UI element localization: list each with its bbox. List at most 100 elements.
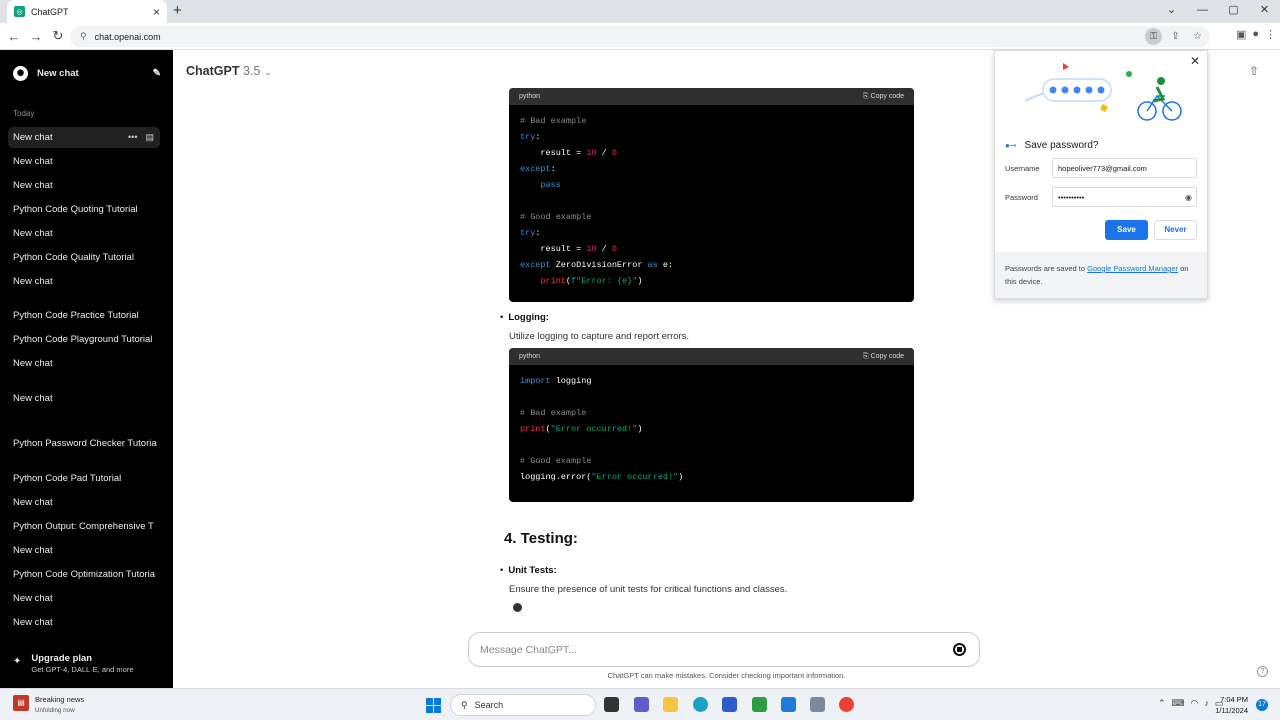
browser-tab[interactable]: ◎ ChatGPT × [7, 0, 167, 23]
taskbar-search[interactable]: ⚲ Search [450, 694, 596, 716]
app-icon[interactable] [810, 697, 825, 712]
chat-item-label: Python Output: Comprehensive T [13, 521, 154, 532]
system-clock[interactable]: 7:04 PM 1/11/2024 [1208, 694, 1248, 716]
site-info-icon[interactable]: ⚲ [80, 31, 87, 42]
upgrade-plan-button[interactable]: ✦ Upgrade plan Get GPT-4, DALL·E, and mo… [13, 653, 134, 674]
browser-tab-strip: ◎ ChatGPT × + ⌄ — ▢ ✕ [0, 0, 1280, 23]
chat-item-label: New chat [13, 358, 53, 369]
footer-text: Passwords are saved to [1005, 264, 1088, 273]
model-selector[interactable]: ChatGPT 3.5 ⌄ [186, 64, 271, 78]
bookmark-star-icon[interactable]: ☆ [1189, 28, 1206, 45]
chat-item[interactable]: New chat [8, 540, 160, 561]
chat-item[interactable]: Python Code Quality Tutorial [8, 247, 160, 268]
task-view-icon[interactable] [604, 697, 619, 712]
maximize-icon[interactable]: ▢ [1218, 0, 1249, 23]
chat-item[interactable]: New chat [8, 492, 160, 513]
chat-sidebar: ✺ New chat ✎ Today New chat ••• ▤ New cha… [0, 50, 173, 688]
unit-tests-description: Ensure the presence of unit tests for cr… [509, 584, 788, 595]
chat-item[interactable]: Python Password Checker Tutoria [8, 433, 160, 454]
chrome-browser-icon[interactable] [839, 697, 854, 712]
back-icon[interactable]: ← [3, 29, 25, 44]
side-panel-icon[interactable]: ▣ [1236, 28, 1246, 41]
chat-item[interactable]: Python Code Playground Tutorial [8, 329, 160, 350]
username-field[interactable]: hopeoliver773@gmail.com [1052, 158, 1197, 178]
chat-item[interactable]: New chat [8, 175, 160, 196]
chat-item-label: Python Code Practice Tutorial [13, 310, 139, 321]
share-icon[interactable]: ⇧ [1249, 64, 1259, 78]
excel-app-icon[interactable] [752, 697, 767, 712]
file-explorer-icon[interactable] [663, 697, 678, 712]
chat-item-label: New chat [13, 132, 53, 143]
streaming-indicator [513, 603, 522, 612]
code-block: python ⎘ Copy code # Bad example try: re… [509, 88, 914, 302]
minimize-icon[interactable]: — [1187, 0, 1218, 23]
tab-search-icon[interactable]: ⌄ [1156, 0, 1187, 23]
browser-menu-icon[interactable]: ⋮ [1265, 28, 1276, 41]
sparkle-icon: ✦ [13, 656, 22, 667]
clock-date: 1/11/2024 [1215, 706, 1248, 715]
wifi-icon[interactable]: ◠ [1191, 698, 1199, 709]
chat-item[interactable]: Python Output: Comprehensive T [8, 516, 160, 537]
chat-item[interactable]: Python Code Practice Tutorial [8, 305, 160, 326]
copy-code-label: Copy code [870, 352, 904, 360]
chat-item-label: Python Code Pad Tutorial [13, 473, 122, 484]
url-text: chat.openai.com [94, 31, 161, 42]
model-name: ChatGPT [186, 64, 240, 78]
stop-generating-icon[interactable] [953, 643, 966, 656]
chat-item[interactable]: Python Code Pad Tutorial [8, 468, 160, 489]
chat-item[interactable]: Python Code Quoting Tutorial [8, 199, 160, 220]
compose-icon[interactable]: ✎ [153, 68, 161, 79]
chat-item-label: New chat [13, 180, 53, 191]
password-key-icon[interactable]: ⚿ [1145, 28, 1162, 45]
chat-item[interactable]: Python Code Optimization Tutoria [8, 564, 160, 585]
message-input[interactable]: Message ChatGPT... [468, 632, 980, 667]
chat-item-label: Python Code Quoting Tutorial [13, 204, 138, 215]
chat-item[interactable]: New chat [8, 223, 160, 244]
share-icon[interactable]: ⇪ [1167, 28, 1184, 45]
password-field[interactable]: •••••••••• ◉ [1052, 187, 1197, 207]
new-chat-button[interactable]: ✺ New chat ✎ [13, 66, 161, 81]
archive-icon[interactable]: ▤ [145, 132, 154, 143]
chat-item-label: New chat [13, 545, 53, 556]
chat-item-label: New chat [13, 228, 53, 239]
chat-item[interactable]: New chat [8, 151, 160, 172]
chevron-up-icon[interactable]: ⌃ [1158, 698, 1166, 709]
vscode-app-icon[interactable] [781, 697, 796, 712]
chat-item[interactable]: New chat ••• ▤ [8, 127, 160, 148]
address-bar[interactable]: ⚲ chat.openai.com ⚿ ⇪ ☆ [70, 26, 1210, 47]
chat-item[interactable]: New chat [8, 271, 160, 292]
password-manager-link[interactable]: Google Password Manager [1087, 264, 1178, 273]
save-button[interactable]: Save [1105, 220, 1148, 240]
windows-start-icon[interactable] [426, 698, 441, 713]
more-options-icon[interactable]: ••• [128, 132, 137, 143]
copy-code-button[interactable]: ⎘ Copy code [863, 93, 904, 101]
chatgpt-favicon-icon: ◎ [14, 6, 25, 17]
code-content: # Bad example try: result = 10 / 0 excep… [520, 116, 674, 286]
code-header: python ⎘ Copy code [509, 348, 914, 365]
help-icon[interactable]: ? [1257, 666, 1268, 677]
chat-item[interactable]: New chat [8, 353, 160, 374]
never-button[interactable]: Never [1154, 220, 1197, 240]
new-tab-icon[interactable]: + [173, 2, 182, 19]
bullet-label: Unit Tests: [508, 565, 557, 576]
close-tab-icon[interactable]: × [153, 5, 160, 19]
chat-item[interactable]: New chat [8, 612, 160, 633]
notification-badge[interactable]: 17 [1256, 699, 1268, 711]
chat-item[interactable]: New chat [8, 388, 160, 409]
close-window-icon[interactable]: ✕ [1249, 0, 1280, 23]
key-icon: ●⊸ [1005, 141, 1017, 150]
teams-chat-icon[interactable] [634, 697, 649, 712]
copy-code-button[interactable]: ⎘ Copy code [863, 353, 904, 361]
reload-icon[interactable]: ↻ [47, 28, 69, 44]
clock-time: 7:04 PM [1220, 695, 1248, 704]
news-widget[interactable]: ▤ Breaking news Unfolding now [13, 695, 84, 716]
chat-item-label: New chat [13, 393, 53, 404]
network-icon[interactable]: ⌨ [1172, 698, 1185, 709]
microsoft-store-icon[interactable] [722, 697, 737, 712]
upgrade-title: Upgrade plan [31, 653, 93, 664]
profile-avatar-icon[interactable]: ● [1252, 28, 1259, 41]
chat-item[interactable]: New chat [8, 588, 160, 609]
edge-browser-icon[interactable] [693, 697, 708, 712]
show-password-eye-icon[interactable]: ◉ [1185, 193, 1192, 202]
forward-icon[interactable]: → [25, 29, 47, 44]
